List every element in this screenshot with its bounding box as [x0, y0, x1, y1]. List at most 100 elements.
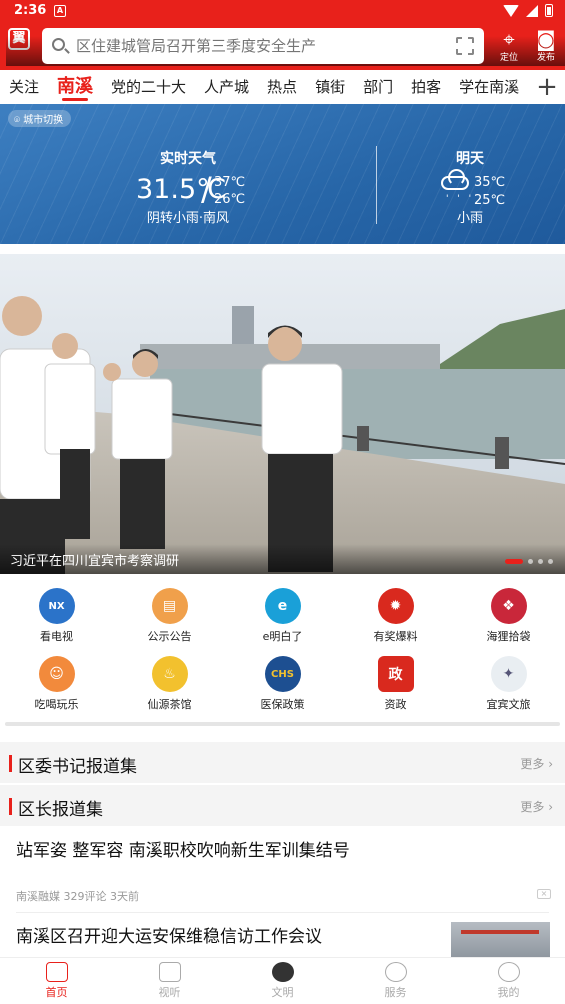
temp-slash: /: [201, 170, 212, 208]
service-notices[interactable]: ▤ 公示公告: [113, 584, 226, 652]
camera-icon: ◙: [536, 27, 556, 51]
service-beaver-bag[interactable]: ❖ 海狸拾袋: [452, 584, 565, 652]
service-food-fun[interactable]: ☺ 吃喝玩乐: [0, 652, 113, 720]
tomorrow-weather-desc: 小雨: [456, 211, 483, 226]
tv-icon: [158, 962, 181, 982]
tab-guanzhu[interactable]: 关注: [0, 70, 48, 104]
nav-label: 文明: [271, 986, 294, 999]
status-bar: 2:36 A: [0, 0, 565, 24]
grid-divider: [5, 722, 560, 726]
e-icon: e: [264, 588, 301, 624]
travel-icon: ✦: [490, 656, 527, 692]
battery-icon: [545, 4, 553, 17]
current-weather-title: 实时天气: [160, 151, 216, 167]
publish-button[interactable]: ◙ 发布: [530, 28, 562, 68]
scan-icon[interactable]: [456, 37, 474, 55]
tab-towns[interactable]: 镇街: [306, 70, 354, 104]
weather-card[interactable]: ⌾ 城市切换 实时天气 31.5℃ / 37℃ 26℃ 阴转小雨·南风 明天 '…: [0, 104, 565, 244]
search-box[interactable]: [42, 28, 484, 64]
service-label: 公示公告: [147, 630, 192, 643]
service-watch-tv[interactable]: NX 看电视: [0, 584, 113, 652]
tomorrow-high-temp: 35℃: [474, 175, 506, 190]
section-marker: [9, 755, 12, 772]
city-switch-button[interactable]: ⌾ 城市切换: [8, 110, 72, 127]
notification-icon: A: [54, 5, 66, 17]
service-government[interactable]: 政 资政: [339, 652, 452, 720]
tab-renchancheng[interactable]: 人产城: [195, 70, 258, 104]
news-divider: [16, 912, 549, 913]
pager-dot[interactable]: [528, 559, 533, 564]
tab-paike[interactable]: 拍客: [402, 70, 450, 104]
service-e-understand[interactable]: e e明白了: [226, 584, 339, 652]
hero-banner[interactable]: 习近平在四川宜宾市考察调研: [0, 254, 565, 574]
location-label: 定位: [499, 53, 518, 63]
raindrops-icon: ' ' ': [446, 194, 475, 204]
location-button[interactable]: ⌖ 定位: [493, 28, 525, 68]
gift-icon: ❖: [490, 588, 527, 624]
section-mayor-reports[interactable]: 区长报道集 更多 ›: [0, 785, 565, 827]
more-link[interactable]: 更多 ›: [520, 798, 553, 815]
service-report-tips[interactable]: ✹ 有奖爆料: [339, 584, 452, 652]
nav-label: 服务: [384, 986, 407, 999]
civilization-icon: [271, 962, 294, 982]
nav-civilization[interactable]: 文明: [226, 958, 339, 1004]
service-teahouse[interactable]: ♨ 仙源茶馆: [113, 652, 226, 720]
current-temp-value: 31.5℃: [136, 174, 227, 205]
tab-hot[interactable]: 热点: [258, 70, 306, 104]
add-channel-icon[interactable]: +: [535, 72, 559, 102]
nav-label: 我的: [497, 986, 520, 999]
service-label: 海狸拾袋: [486, 630, 531, 643]
service-label: e明白了: [262, 630, 303, 643]
chevron-right-icon: ›: [548, 757, 553, 771]
nav-service[interactable]: 服务: [339, 958, 452, 1004]
bottom-nav: 首页 视听 文明 服务 我的: [0, 957, 565, 1004]
publish-label: 发布: [536, 53, 555, 63]
rain-cloud-icon: [441, 169, 469, 190]
heart-icon: [384, 962, 407, 982]
service-label: 资政: [384, 698, 407, 711]
tab-study[interactable]: 学在南溪: [450, 70, 528, 104]
tab-party-congress[interactable]: 党的二十大: [102, 70, 195, 104]
chs-icon: CHS: [264, 656, 301, 692]
news-meta: 南溪融媒 329评论 3天前: [16, 890, 139, 903]
news-title[interactable]: 站军姿 整军容 南溪职校吹响新生军训集结号: [16, 836, 350, 861]
more-label: 更多: [520, 757, 545, 771]
more-label: 更多: [520, 800, 545, 814]
gov-icon: 政: [377, 656, 414, 692]
search-input[interactable]: [76, 28, 446, 64]
pager-dot[interactable]: [538, 559, 543, 564]
section-marker: [9, 798, 12, 815]
section-title: 区长报道集: [18, 800, 103, 820]
tab-departments[interactable]: 部门: [354, 70, 402, 104]
wifi-icon: [503, 4, 519, 17]
status-time: 2:36: [14, 3, 47, 18]
dismiss-icon[interactable]: ×: [537, 889, 551, 899]
app-logo[interactable]: 翼 翼聚: [6, 28, 565, 66]
banner-caption: 习近平在四川宜宾市考察调研: [0, 544, 565, 574]
service-yibin-travel[interactable]: ✦ 宜宾文旅: [452, 652, 565, 720]
service-grid: NX 看电视 ▤ 公示公告 e e明白了 ✹ 有奖爆料 ❖ 海狸拾袋 ☺ 吃喝玩…: [0, 584, 565, 720]
search-icon: [52, 38, 65, 51]
nav-label: 首页: [45, 986, 68, 999]
food-icon: ☺: [38, 656, 75, 692]
current-temp: 31.5℃: [136, 174, 226, 205]
nav-media[interactable]: 视听: [113, 958, 226, 1004]
service-label: 有奖爆料: [373, 630, 418, 643]
user-icon: [497, 962, 520, 982]
news-title[interactable]: 南溪区召开迎大运安保维稳信访工作会议: [16, 922, 322, 947]
service-label: 宜宾文旅: [486, 698, 531, 711]
pager-dot-active[interactable]: [505, 559, 523, 564]
tab-nanxi[interactable]: 南溪: [48, 70, 102, 104]
current-low-temp: 26℃: [214, 192, 246, 207]
more-link[interactable]: 更多 ›: [520, 755, 553, 772]
signal-icon: [526, 4, 538, 17]
service-label: 医保政策: [260, 698, 305, 711]
section-secretary-reports[interactable]: 区委书记报道集 更多 ›: [0, 742, 565, 784]
nav-home[interactable]: 首页: [0, 958, 113, 1004]
news-thumbnail[interactable]: [451, 922, 550, 958]
notice-icon: ▤: [151, 588, 188, 624]
service-medical-insurance[interactable]: CHS 医保政策: [226, 652, 339, 720]
nav-profile[interactable]: 我的: [452, 958, 565, 1004]
pager-dot[interactable]: [548, 559, 553, 564]
teapot-icon: ♨: [151, 656, 188, 692]
